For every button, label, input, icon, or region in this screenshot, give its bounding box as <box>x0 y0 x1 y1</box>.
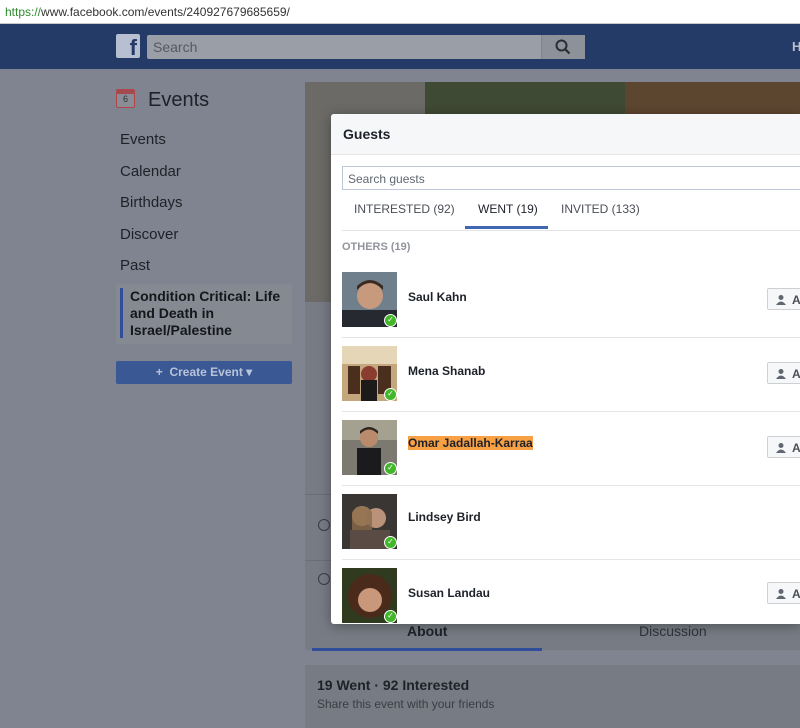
person-add-icon <box>776 295 786 305</box>
event-stats-card: 19 Went · 92 Interested Share this event… <box>305 665 800 728</box>
active-event-title: Condition Critical: Life and Death in Is… <box>130 288 281 338</box>
tab-went[interactable]: WENT (19) <box>478 202 538 216</box>
calendar-icon: 6 <box>116 89 135 108</box>
list-item: ✓ Omar Jadallah-Karraa A <box>342 412 800 486</box>
dialog-header: Guests <box>331 114 800 155</box>
sidebar-item-calendar[interactable]: Calendar <box>120 163 181 180</box>
list-item: ✓ Saul Kahn A <box>342 264 800 338</box>
guest-name[interactable]: Susan Landau <box>408 586 490 600</box>
active-indicator <box>120 288 123 338</box>
nav-home-link[interactable]: H <box>792 39 800 54</box>
tab-about-underline <box>312 648 542 651</box>
tab-discussion[interactable]: Discussion <box>639 623 707 639</box>
person-add-icon <box>776 589 786 599</box>
search-guests-placeholder: Search guests <box>348 172 425 186</box>
guests-dialog: Guests Search guests INTERESTED (92) WEN… <box>331 114 800 624</box>
plus-icon: + <box>155 365 170 379</box>
person-add-icon <box>776 443 786 453</box>
check-icon: ✓ <box>384 314 397 327</box>
location-icon <box>318 573 330 585</box>
guest-name-highlighted[interactable]: Omar Jadallah-Karraa <box>408 436 533 450</box>
check-icon: ✓ <box>384 536 397 549</box>
sidebar-title-text: Events <box>148 89 210 111</box>
create-event-button[interactable]: + Create Event ▾ <box>116 361 292 384</box>
clock-icon <box>318 519 330 531</box>
list-item: ✓ Lindsey Bird <box>342 486 800 560</box>
guest-name[interactable]: Saul Kahn <box>408 290 467 304</box>
event-stats[interactable]: 19 Went · 92 Interested <box>317 677 469 693</box>
tab-invited[interactable]: INVITED (133) <box>561 202 640 216</box>
add-friend-button[interactable]: A <box>767 362 800 384</box>
guest-name[interactable]: Mena Shanab <box>408 364 485 378</box>
guest-name[interactable]: Lindsey Bird <box>408 510 481 524</box>
global-search-input[interactable]: Search <box>147 35 585 59</box>
add-friend-button[interactable]: A <box>767 436 800 458</box>
add-friend-button[interactable]: A <box>767 288 800 310</box>
list-item: ✓ Susan Landau A <box>342 560 800 624</box>
check-icon: ✓ <box>384 610 397 623</box>
tab-interested[interactable]: INTERESTED (92) <box>354 202 455 216</box>
add-friend-button[interactable]: A <box>767 582 800 604</box>
search-icon <box>555 39 571 55</box>
address-url: https://www.facebook.com/events/24092767… <box>5 5 290 19</box>
tab-about[interactable]: About <box>407 623 447 639</box>
check-icon: ✓ <box>384 462 397 475</box>
browser-address-bar[interactable]: https://www.facebook.com/events/24092767… <box>0 0 800 24</box>
search-placeholder: Search <box>153 39 198 55</box>
list-item: ✓ Mena Shanab A <box>342 338 800 412</box>
section-label: OTHERS (19) <box>342 241 411 253</box>
search-button[interactable] <box>541 35 585 59</box>
tab-went-underline <box>465 226 548 229</box>
dialog-title: Guests <box>343 126 391 142</box>
share-prompt: Share this event with your friends <box>317 697 495 711</box>
sidebar-item-discover[interactable]: Discover <box>120 226 178 243</box>
sidebar-item-past[interactable]: Past <box>120 257 150 274</box>
sidebar-item-active-event[interactable]: Condition Critical: Life and Death in Is… <box>116 284 292 344</box>
search-guests-input[interactable]: Search guests <box>342 166 800 190</box>
check-icon: ✓ <box>384 388 397 401</box>
sidebar-item-birthdays[interactable]: Birthdays <box>120 194 183 211</box>
facebook-top-bar: f Search H <box>0 24 800 69</box>
caret-down-icon: ▾ <box>242 365 253 379</box>
sidebar-item-events[interactable]: Events <box>120 131 166 148</box>
person-add-icon <box>776 369 786 379</box>
facebook-logo-icon[interactable]: f <box>116 34 140 58</box>
